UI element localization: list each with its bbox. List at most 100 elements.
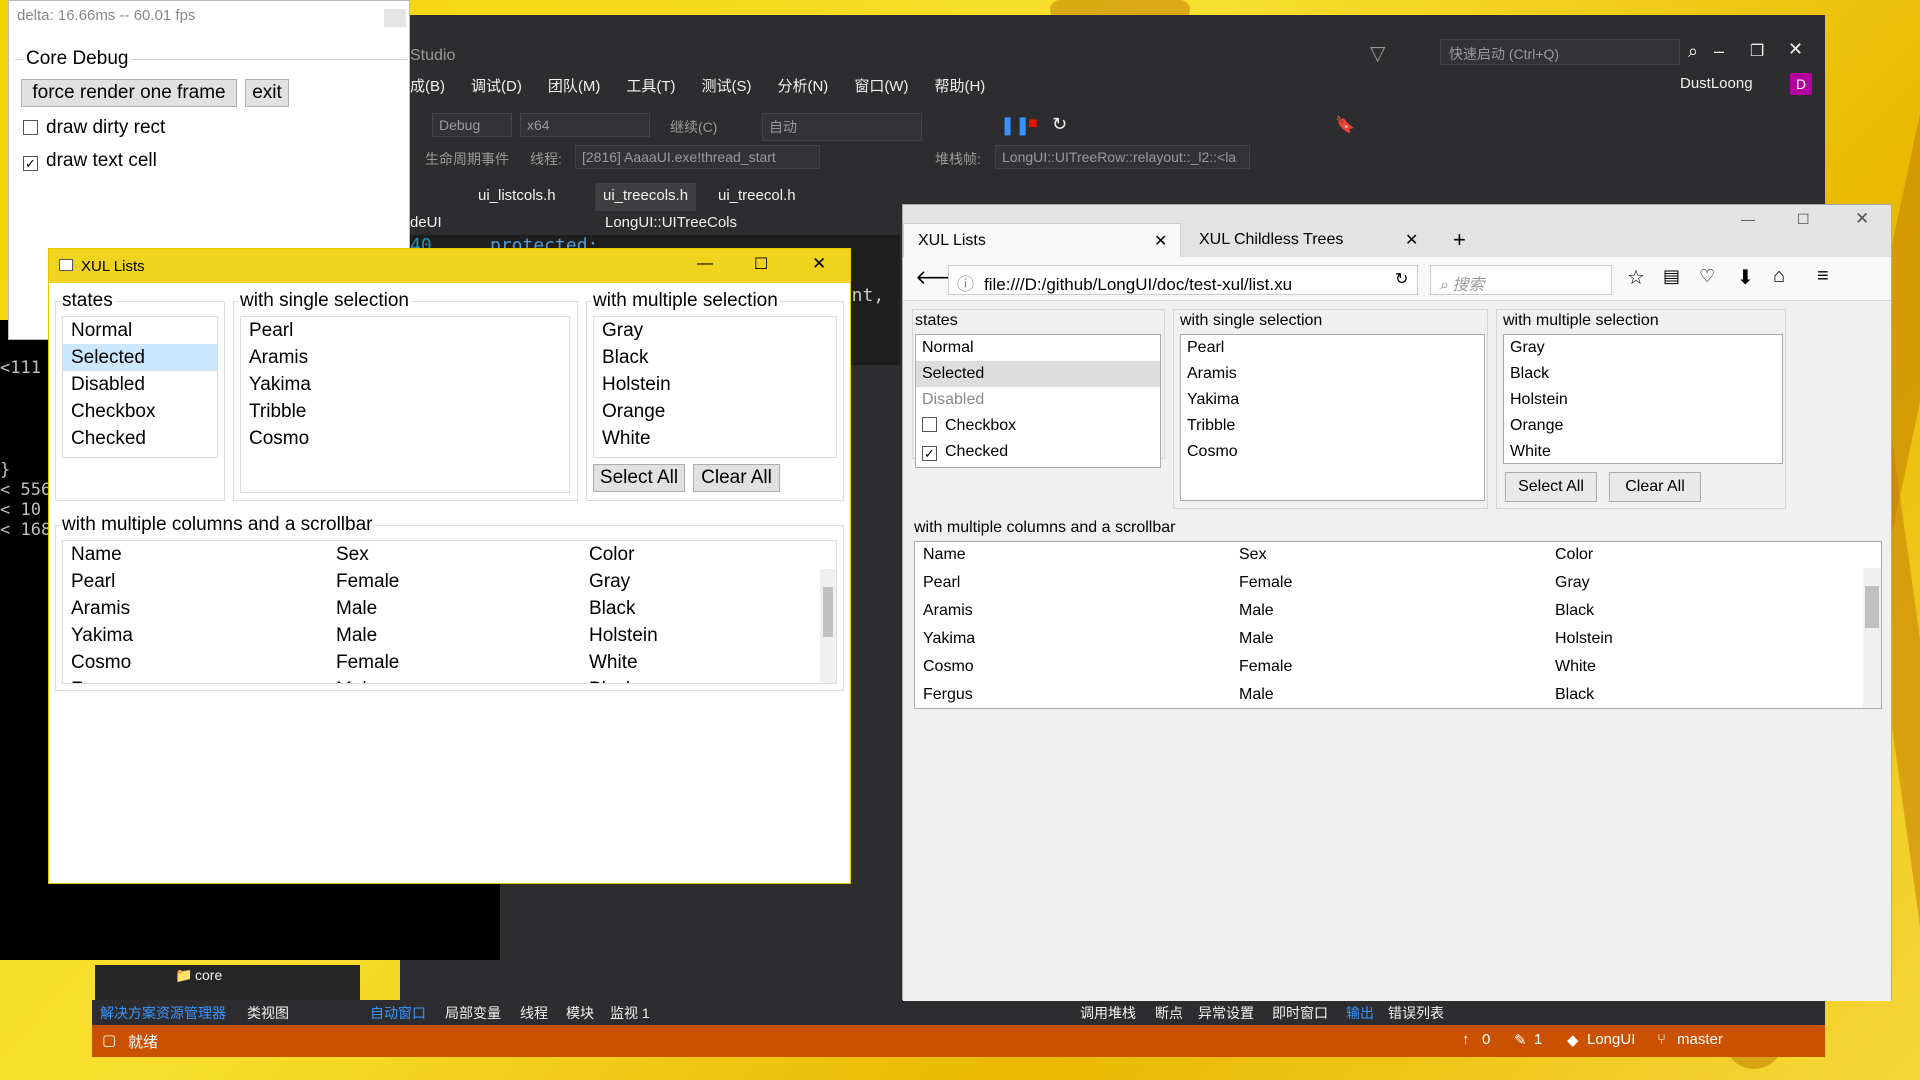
table-row[interactable]: Fergus Male Black — [915, 682, 1881, 708]
states-list[interactable]: Normal Selected Disabled Checkbox ✓ Check… — [915, 334, 1161, 468]
list-item-selected[interactable]: Selected — [916, 361, 1160, 387]
list-item[interactable]: Pearl — [241, 317, 569, 344]
browser-tab[interactable]: XUL Childless Trees ✕ — [1185, 223, 1433, 257]
scope-select[interactable]: deUI — [410, 214, 442, 231]
tab-immediate[interactable]: 即时窗口 — [1272, 1003, 1328, 1023]
tab-watch[interactable]: 监视 1 — [610, 1003, 650, 1023]
table-row[interactable]: Pearl Female Gray — [63, 568, 836, 595]
checkbox-box[interactable] — [23, 120, 38, 135]
checkbox-box-checked[interactable]: ✓ — [23, 156, 38, 171]
force-render-button[interactable]: force render one frame — [21, 79, 237, 107]
pause-icon[interactable]: ❚❚ — [1000, 115, 1030, 136]
close-tab-icon[interactable]: ✕ — [1154, 231, 1167, 251]
column-header[interactable]: Color — [1555, 542, 1593, 568]
member-select[interactable]: LongUI::UITreeCols — [605, 214, 737, 231]
table-row[interactable]: Pearl Female Gray — [915, 570, 1881, 598]
list-item[interactable]: Checkbox — [63, 398, 217, 425]
menu-item[interactable]: 工具(T) — [626, 75, 675, 96]
column-header[interactable]: Color — [589, 541, 634, 568]
status-up-count[interactable]: 0 — [1482, 1031, 1490, 1048]
vertical-scrollbar[interactable] — [820, 569, 836, 683]
menu-item[interactable]: 团队(M) — [548, 75, 601, 96]
list-item[interactable]: White — [594, 425, 836, 452]
single-selection-list[interactable]: Pearl Aramis Yakima Tribble Cosmo — [240, 316, 570, 493]
close-button[interactable] — [384, 9, 406, 27]
status-branch[interactable]: master — [1677, 1031, 1723, 1048]
list-item[interactable]: Yakima — [1181, 387, 1484, 413]
list-item[interactable]: Disabled — [63, 371, 217, 398]
list-item-checkbox[interactable]: Checkbox — [916, 413, 1160, 439]
continue-button[interactable]: 继续(C) — [670, 117, 717, 137]
platform-select[interactable]: x64 — [520, 113, 650, 137]
list-item[interactable]: Holstein — [594, 371, 836, 398]
restart-icon[interactable]: ↻ — [1052, 114, 1067, 135]
list-item[interactable]: Cosmo — [241, 425, 569, 452]
user-name[interactable]: DustLoong — [1680, 75, 1753, 92]
draw-dirty-rect-checkbox[interactable]: draw dirty rect — [23, 117, 165, 139]
list-item[interactable]: Gray — [594, 317, 836, 344]
select-all-button[interactable]: Select All — [593, 464, 685, 492]
status-repo[interactable]: LongUI — [1587, 1031, 1635, 1048]
list-item[interactable]: Yakima — [241, 371, 569, 398]
table-row[interactable]: Cosmo Female White — [915, 654, 1881, 682]
list-item-selected[interactable]: Selected — [63, 344, 217, 371]
lifecycle-label[interactable]: 生命周期事件 — [425, 149, 509, 169]
table-row[interactable]: Yakima Male Holstein — [915, 626, 1881, 654]
tab-ui-listcols[interactable]: ui_listcols.h — [470, 183, 564, 211]
stop-icon[interactable]: ■ — [1028, 115, 1038, 133]
close-tab-icon[interactable]: ✕ — [1405, 230, 1418, 250]
library-icon[interactable]: ▤ — [1663, 266, 1680, 287]
menu-icon[interactable]: ≡ — [1817, 265, 1829, 288]
home-icon[interactable]: ⌂ — [1773, 265, 1785, 288]
tab-locals[interactable]: 局部变量 — [445, 1003, 501, 1023]
column-header[interactable]: Sex — [336, 541, 369, 568]
list-item[interactable]: Orange — [594, 398, 836, 425]
tab-error-list[interactable]: 错误列表 — [1388, 1003, 1444, 1023]
scrollbar-thumb[interactable] — [1865, 586, 1879, 628]
browser-tab-active[interactable]: XUL Lists ✕ — [903, 223, 1181, 257]
push-icon[interactable]: ↑ — [1462, 1031, 1470, 1048]
vertical-scrollbar[interactable] — [1863, 568, 1881, 708]
bookmark-icon[interactable]: 🔖 — [1335, 115, 1355, 135]
solution-item[interactable]: core — [195, 967, 222, 983]
list-item[interactable]: White — [1504, 439, 1782, 465]
new-tab-button[interactable]: + — [1453, 227, 1466, 253]
list-item[interactable]: Pearl — [1181, 335, 1484, 361]
maximize-button[interactable]: ❐ — [1750, 41, 1764, 61]
stack-select[interactable]: LongUI::UITreeRow::relayout::_l2::<la — [995, 145, 1250, 169]
maximize-button[interactable]: ☐ — [754, 254, 768, 274]
column-header[interactable]: Name — [923, 542, 966, 568]
list-item[interactable]: Gray — [1504, 335, 1782, 361]
close-button[interactable]: ✕ — [1855, 209, 1869, 229]
auto-select[interactable]: 自动 — [762, 113, 922, 141]
reload-icon[interactable]: ↻ — [1395, 269, 1408, 289]
menu-item[interactable]: 测试(S) — [701, 75, 751, 96]
list-item-checked[interactable]: ✓ Checked — [916, 439, 1160, 465]
thread-select[interactable]: [2816] AaaaUI.exe!thread_start — [575, 145, 820, 169]
multiple-selection-list[interactable]: Gray Black Holstein Orange White — [1503, 334, 1783, 464]
clear-all-button[interactable]: Clear All — [1609, 472, 1701, 502]
table-row[interactable]: Aramis Male Black — [915, 598, 1881, 626]
tab-output[interactable]: 输出 — [1346, 1003, 1374, 1023]
maximize-button[interactable]: ☐ — [1797, 211, 1810, 228]
list-item[interactable]: Tribble — [1181, 413, 1484, 439]
list-item[interactable]: Black — [594, 344, 836, 371]
tab-class-view[interactable]: 类视图 — [247, 1003, 289, 1023]
list-item[interactable]: Cosmo — [1181, 439, 1484, 465]
close-button[interactable]: ✕ — [812, 254, 826, 274]
multi-columns-list[interactable]: Name Sex Color Pearl Female Gray Aramis … — [62, 540, 837, 684]
list-item[interactable]: Checked — [63, 425, 217, 452]
list-item[interactable]: Black — [1504, 361, 1782, 387]
exit-button[interactable]: exit — [245, 79, 289, 107]
filter-icon[interactable]: ▽ — [1370, 41, 1385, 66]
list-item[interactable]: Aramis — [1181, 361, 1484, 387]
column-header[interactable]: Sex — [1239, 542, 1267, 568]
url-bar[interactable]: ⓘ file:///D:/github/LongUI/doc/test-xul/l… — [948, 265, 1418, 295]
tab-modules[interactable]: 模块 — [566, 1003, 594, 1023]
tab-call-stack[interactable]: 调用堆栈 — [1080, 1003, 1136, 1023]
list-item[interactable]: Aramis — [241, 344, 569, 371]
tab-solution-explorer[interactable]: 解决方案资源管理器 — [100, 1003, 226, 1023]
table-row[interactable]: Aramis Male Black — [63, 595, 836, 622]
minimize-button[interactable]: — — [697, 255, 713, 273]
checkbox-box[interactable] — [922, 417, 937, 432]
